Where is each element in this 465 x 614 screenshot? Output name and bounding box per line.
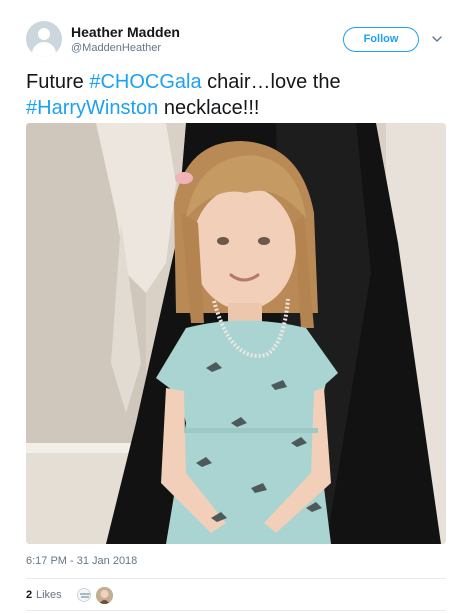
liker-avatar[interactable]	[96, 587, 113, 604]
tweet-text-part: Future	[26, 71, 90, 93]
tweet-text-part: chair…love the	[201, 71, 341, 93]
likes-label[interactable]: Likes	[36, 589, 62, 601]
tweet-photo[interactable]	[26, 123, 446, 544]
default-profile-icon	[38, 28, 50, 40]
display-name[interactable]: Heather Madden	[71, 24, 180, 40]
user-handle[interactable]: @MaddenHeather	[71, 42, 161, 54]
avatar[interactable]	[26, 21, 62, 57]
likes-count[interactable]: 2	[26, 589, 32, 601]
follow-button[interactable]: Follow	[343, 27, 419, 52]
liker-avatar[interactable]	[77, 588, 91, 602]
liker-avatar-image	[96, 587, 113, 604]
hashtag-chocgala[interactable]: #CHOCGala	[89, 71, 201, 93]
hashtag-harrywinston[interactable]: #HarryWinston	[26, 97, 158, 119]
chevron-down-icon[interactable]	[431, 33, 443, 45]
divider	[26, 578, 446, 579]
tweet-text: Future #CHOCGala chair…love the #HarryWin…	[26, 69, 446, 121]
liker-avatar-image	[80, 593, 90, 598]
tweet-card: Heather Madden @MaddenHeather Follow Fut…	[0, 0, 465, 614]
photo-illustration	[26, 123, 446, 544]
divider	[26, 610, 446, 611]
tweet-text-part: necklace!!!	[158, 97, 260, 119]
tweet-timestamp[interactable]: 6:17 PM - 31 Jan 2018	[26, 555, 137, 567]
